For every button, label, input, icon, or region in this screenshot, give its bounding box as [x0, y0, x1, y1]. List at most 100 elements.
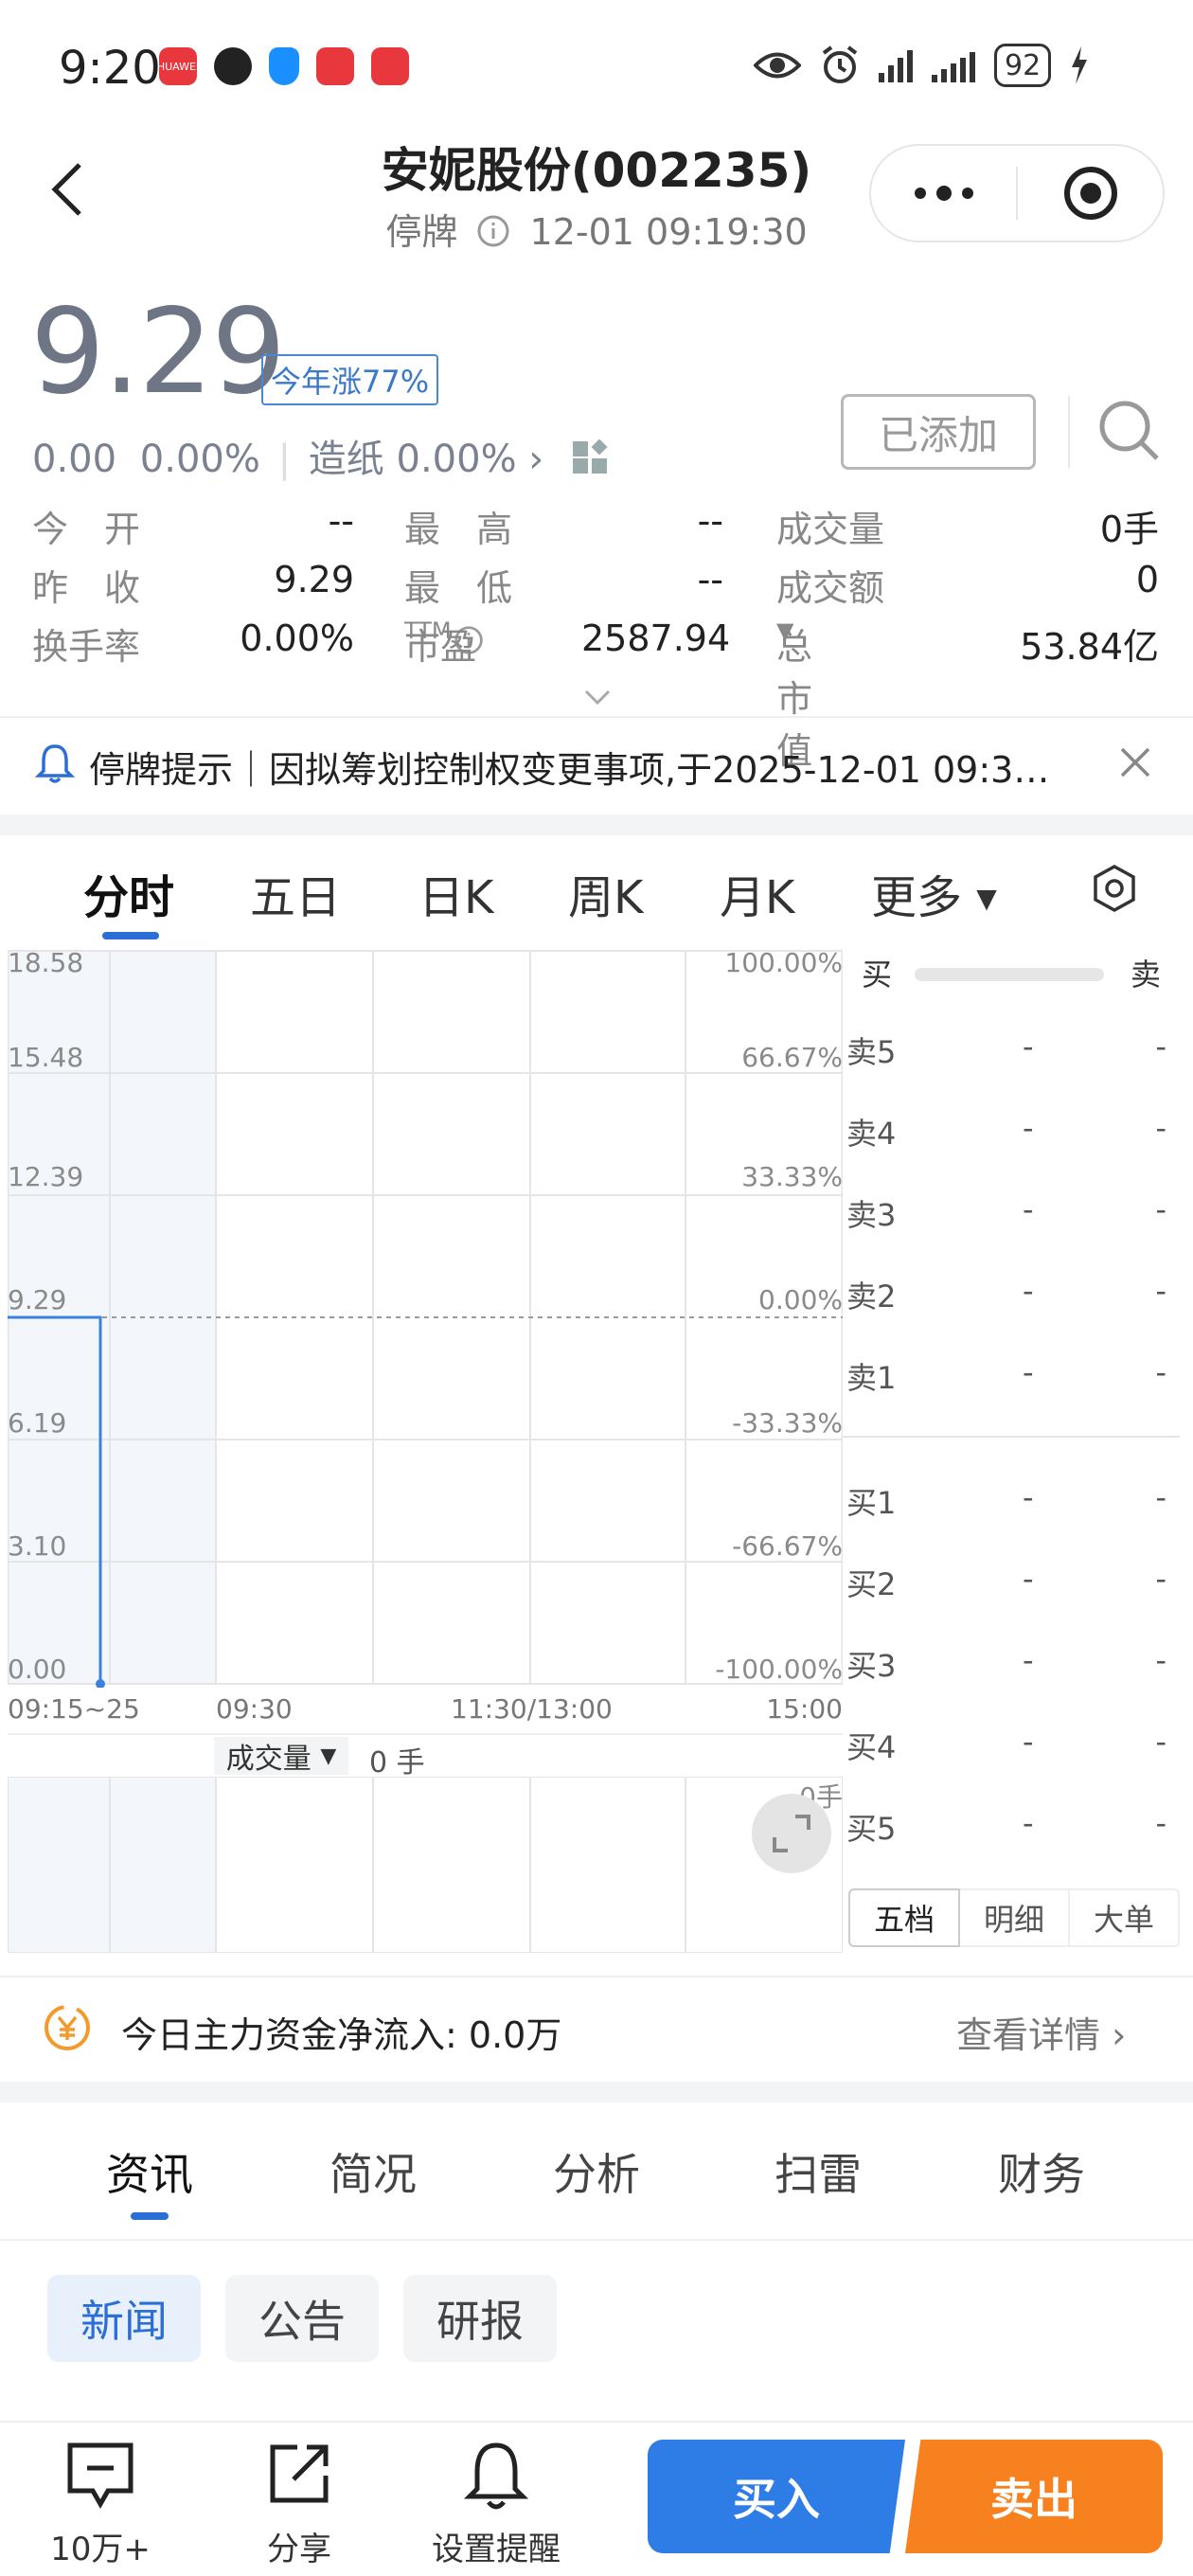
charging-icon: [1072, 46, 1088, 84]
chip-research[interactable]: 研报: [403, 2275, 557, 2362]
ob-label: 买4: [846, 1729, 897, 1765]
ob-volume: -: [1155, 1805, 1166, 1841]
stat-label: 今 开: [32, 509, 141, 550]
view-details-link[interactable]: 查看详情 ›: [956, 2006, 1126, 2058]
chip-announcements[interactable]: 公告: [225, 2275, 379, 2362]
y-tick-left: 18.58: [8, 947, 84, 978]
comment-count: 10万+: [50, 2531, 151, 2568]
stock-title: 安妮股份(002235): [381, 143, 812, 198]
tab-details[interactable]: 明细: [960, 1888, 1070, 1947]
intraday-chart[interactable]: 18.58 15.48 12.39 9.29 6.19 3.10 0.00 10…: [7, 947, 844, 1725]
signal-icon-2: [932, 48, 975, 82]
current-price: 9.29: [30, 284, 286, 420]
ob-label: 卖1: [846, 1360, 897, 1396]
chip-news[interactable]: 新闻: [47, 2275, 201, 2362]
ob-volume: -: [1155, 1479, 1166, 1515]
trading-status: 停牌 12-01 09:19:30: [379, 203, 814, 255]
pe-label[interactable]: 市盈 TTM: [404, 617, 484, 668]
back-arrow-icon[interactable]: [49, 161, 87, 218]
share-icon: [270, 2444, 329, 2503]
signal-icon: [879, 48, 913, 82]
avatar-app-icon: [214, 47, 252, 85]
info-icon[interactable]: [476, 214, 510, 248]
sell-button[interactable]: 卖出: [905, 2440, 1163, 2553]
tab-five-levels[interactable]: 五档: [848, 1888, 960, 1947]
fund-flow-label: 今日主力资金净流入: 0.0万: [121, 2014, 562, 2056]
tab-profile[interactable]: 简况: [329, 2140, 417, 2203]
sell-ratio-label: 卖: [1130, 957, 1161, 993]
search-icon[interactable]: [1096, 398, 1163, 464]
close-miniprogram-button[interactable]: [1018, 146, 1163, 241]
ob-volume: -: [1155, 1191, 1166, 1227]
comments-button[interactable]: [34, 2440, 167, 2515]
expand-chevron-icon[interactable]: [583, 688, 612, 707]
stat-value: 0手: [1099, 509, 1159, 550]
settings-icon[interactable]: [1091, 864, 1138, 913]
y-tick-left: 3.10: [8, 1530, 67, 1562]
y-tick-right: 0.00%: [758, 1284, 843, 1315]
change-pct: 0.00%: [139, 438, 260, 481]
info-tab-indicator: [131, 2212, 169, 2220]
miniprogram-capsule: [869, 144, 1165, 242]
red-app-icon: [316, 47, 354, 85]
ob-label: 买3: [846, 1648, 897, 1684]
ob-label: 卖3: [846, 1197, 897, 1233]
added-watchlist-button[interactable]: 已添加: [841, 394, 1036, 470]
stat-value: --: [697, 559, 723, 600]
ob-price: -: [1023, 1805, 1034, 1841]
grid-icon[interactable]: [571, 438, 609, 477]
volume-value: 0 手: [369, 1746, 425, 1780]
ob-price: -: [1023, 1724, 1034, 1760]
expand-icon: [773, 1815, 810, 1852]
alarm-icon: [822, 45, 858, 83]
y-tick-left: 12.39: [8, 1161, 84, 1192]
ob-price: -: [1023, 1642, 1034, 1678]
fullscreen-button[interactable]: [752, 1794, 831, 1873]
y-tick-left: 0.00: [8, 1654, 67, 1685]
more-button[interactable]: [871, 146, 1016, 241]
ob-label: 买2: [846, 1566, 897, 1602]
ob-volume: -: [1155, 1273, 1166, 1309]
huawei-app-icon: HUAWEI: [157, 47, 199, 85]
tab-risk-scan[interactable]: 扫雷: [775, 2140, 862, 2203]
share-button[interactable]: [233, 2440, 365, 2512]
tab-monthly-k[interactable]: 月K: [720, 860, 794, 926]
volume-chart: 0手: [8, 1777, 843, 1953]
tab-more[interactable]: 更多 ▼: [871, 860, 997, 926]
stat-value: 0.00%: [240, 617, 354, 659]
tab-financials[interactable]: 财务: [998, 2140, 1085, 2203]
close-icon[interactable]: [1119, 746, 1151, 778]
ob-price: -: [1023, 1273, 1034, 1309]
sector-link[interactable]: 造纸 0.00% ›: [309, 438, 544, 481]
active-tab-indicator: [102, 932, 159, 939]
stat-value: 2587.94: [581, 617, 731, 659]
buy-button[interactable]: 买入: [648, 2440, 905, 2553]
volume-dropdown[interactable]: 成交量 ▼: [214, 1737, 348, 1776]
status-time: 9:20: [59, 42, 161, 95]
buy-ratio-label: 买: [862, 957, 893, 993]
notice-text: 停牌提示｜因拟筹划控制权变更事项,于2025-12-01 09:3…: [89, 749, 1050, 791]
stat-label: 最 高: [404, 509, 513, 550]
status-right: 92: [754, 44, 1089, 87]
set-alert-button[interactable]: [430, 2440, 562, 2519]
battery-indicator: 92: [994, 44, 1052, 87]
ob-price: -: [1023, 1029, 1034, 1064]
tab-daily-k[interactable]: 日K: [418, 860, 493, 926]
ob-price: -: [1023, 1561, 1034, 1597]
tab-big-orders[interactable]: 大单: [1070, 1888, 1180, 1947]
ytd-badge: 今年涨77%: [261, 354, 439, 405]
y-tick-right: 100.00%: [724, 947, 843, 978]
tab-weekly-k[interactable]: 周K: [568, 860, 643, 926]
tab-analysis[interactable]: 分析: [553, 2140, 640, 2203]
comment-icon: [67, 2442, 134, 2510]
ob-volume: -: [1155, 1029, 1166, 1064]
tab-five-day[interactable]: 五日: [250, 860, 341, 926]
stat-label: 成交量: [776, 509, 885, 550]
tab-news[interactable]: 资讯: [106, 2140, 193, 2203]
tab-intraday[interactable]: 分时: [83, 860, 174, 926]
y-tick-left: 15.48: [8, 1042, 84, 1073]
stat-label: 成交额: [776, 567, 885, 609]
alert-label: 设置提醒: [432, 2531, 561, 2568]
buy-sell-ratio-bar: [915, 968, 1104, 981]
y-tick-right: 66.67%: [741, 1042, 843, 1073]
